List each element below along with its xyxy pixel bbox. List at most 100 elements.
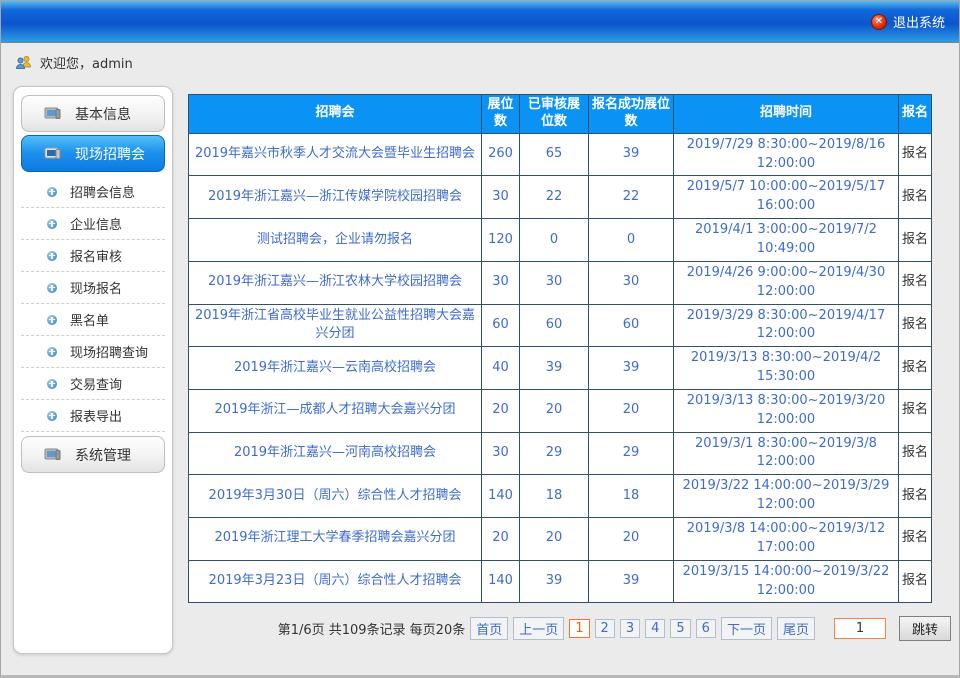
signup-link[interactable]: 报名 bbox=[899, 261, 932, 304]
sidebar-item-company-info[interactable]: 企业信息 bbox=[21, 208, 165, 240]
reviewed-count: 39 bbox=[520, 347, 589, 390]
plus-bullet-icon bbox=[47, 315, 57, 325]
signup-link[interactable]: 报名 bbox=[899, 475, 932, 518]
fair-name-link[interactable]: 2019年浙江省高校毕业生就业公益性招聘大会嘉兴分团 bbox=[189, 304, 482, 347]
signup-link[interactable]: 报名 bbox=[899, 517, 932, 560]
logout-button[interactable]: ✕ 退出系统 bbox=[871, 12, 945, 31]
plus-bullet-icon bbox=[47, 379, 57, 389]
fair-name-link[interactable]: 测试招聘会，企业请勿报名 bbox=[189, 219, 482, 262]
signup-link[interactable]: 报名 bbox=[899, 133, 932, 176]
sidebar-group-onsite-fair[interactable]: 现场招聘会 bbox=[21, 135, 165, 172]
table-row: 2019年浙江嘉兴—河南高校招聘会 30 29 29 2019/3/1 8:30… bbox=[189, 432, 932, 475]
sidebar-item-signup-review[interactable]: 报名审核 bbox=[21, 240, 165, 272]
booth-count: 40 bbox=[482, 347, 520, 390]
sidebar-group-label: 基本信息 bbox=[75, 104, 131, 124]
first-page-button[interactable]: 首页 bbox=[470, 617, 508, 640]
table-row: 2019年3月30日（周六）综合性人才招聘会 140 18 18 2019/3/… bbox=[189, 475, 932, 518]
table-header-row: 招聘会 展位数 已审核展位数 报名成功展位数 招聘时间 报名 bbox=[189, 95, 932, 134]
fair-time: 2019/3/29 8:30:00~2019/4/17 12:00:00 bbox=[674, 304, 899, 347]
sidebar-item-onsite-signup[interactable]: 现场报名 bbox=[21, 272, 165, 304]
app-window: ✕ 退出系统 欢迎您，admin 基本信息 现场 bbox=[0, 0, 960, 678]
pagination-bar: 第1/6页 共109条记录 每页20条 首页 上一页 1 2 3 4 5 6 下… bbox=[188, 616, 951, 641]
sidebar-item-label: 黑名单 bbox=[70, 310, 109, 329]
signup-link[interactable]: 报名 bbox=[899, 347, 932, 390]
table-row: 2019年3月23日（周六）综合性人才招聘会 140 39 39 2019/3/… bbox=[189, 560, 932, 603]
logout-label: 退出系统 bbox=[893, 12, 945, 31]
welcome-text: 欢迎您，admin bbox=[40, 53, 133, 72]
sidebar-group-label: 现场招聘会 bbox=[75, 144, 145, 164]
reviewed-count: 39 bbox=[520, 560, 589, 603]
signup-link[interactable]: 报名 bbox=[899, 304, 932, 347]
monitor-icon bbox=[44, 107, 61, 121]
booth-count: 60 bbox=[482, 304, 520, 347]
fair-name-link[interactable]: 2019年3月30日（周六）综合性人才招聘会 bbox=[189, 475, 482, 518]
col-header-time: 招聘时间 bbox=[674, 95, 899, 134]
col-header-action: 报名 bbox=[899, 95, 932, 134]
reviewed-count: 18 bbox=[520, 475, 589, 518]
success-count: 60 bbox=[589, 304, 674, 347]
signup-link[interactable]: 报名 bbox=[899, 432, 932, 475]
success-count: 18 bbox=[589, 475, 674, 518]
plus-bullet-icon bbox=[47, 219, 57, 229]
table-row: 2019年浙江理工大学春季招聘会嘉兴分团 20 20 20 2019/3/8 1… bbox=[189, 517, 932, 560]
col-header-fair: 招聘会 bbox=[189, 95, 482, 134]
table-row: 2019年浙江—成都人才招聘大会嘉兴分团 20 20 20 2019/3/13 … bbox=[189, 389, 932, 432]
booth-count: 140 bbox=[482, 475, 520, 518]
table-row: 测试招聘会，企业请勿报名 120 0 0 2019/4/1 3:00:00~20… bbox=[189, 219, 932, 262]
signup-link[interactable]: 报名 bbox=[899, 389, 932, 432]
fair-name-link[interactable]: 2019年浙江理工大学春季招聘会嘉兴分团 bbox=[189, 517, 482, 560]
fair-time: 2019/3/22 14:00:00~2019/3/29 12:00:00 bbox=[674, 475, 899, 518]
page-button-2[interactable]: 2 bbox=[595, 619, 615, 638]
fair-name-link[interactable]: 2019年嘉兴市秋季人才交流大会暨毕业生招聘会 bbox=[189, 133, 482, 176]
last-page-button[interactable]: 尾页 bbox=[777, 617, 815, 640]
sidebar-group-system-mgmt[interactable]: 系统管理 bbox=[21, 436, 165, 473]
fair-name-link[interactable]: 2019年浙江嘉兴—浙江农林大学校园招聘会 bbox=[189, 261, 482, 304]
fair-time: 2019/4/1 3:00:00~2019/7/2 10:49:00 bbox=[674, 219, 899, 262]
next-page-button[interactable]: 下一页 bbox=[721, 617, 772, 640]
booth-count: 140 bbox=[482, 560, 520, 603]
col-header-booths: 展位数 bbox=[482, 95, 520, 134]
jump-button[interactable]: 跳转 bbox=[899, 616, 951, 641]
plus-bullet-icon bbox=[47, 283, 57, 293]
plus-bullet-icon bbox=[47, 187, 57, 197]
booth-count: 260 bbox=[482, 133, 520, 176]
jump-page-input[interactable] bbox=[834, 618, 886, 639]
signup-link[interactable]: 报名 bbox=[899, 219, 932, 262]
monitor-icon bbox=[44, 147, 61, 161]
fair-time: 2019/3/13 8:30:00~2019/3/20 12:00:00 bbox=[674, 389, 899, 432]
signup-link[interactable]: 报名 bbox=[899, 560, 932, 603]
sidebar-item-label: 招聘会信息 bbox=[70, 182, 135, 201]
monitor-icon bbox=[44, 448, 61, 462]
fair-name-link[interactable]: 2019年浙江嘉兴—浙江传媒学院校园招聘会 bbox=[189, 176, 482, 219]
reviewed-count: 30 bbox=[520, 261, 589, 304]
sidebar-item-onsite-query[interactable]: 现场招聘查询 bbox=[21, 336, 165, 368]
fair-time: 2019/5/7 10:00:00~2019/5/17 16:00:00 bbox=[674, 176, 899, 219]
reviewed-count: 0 bbox=[520, 219, 589, 262]
prev-page-button[interactable]: 上一页 bbox=[513, 617, 564, 640]
fair-time: 2019/7/29 8:30:00~2019/8/16 12:00:00 bbox=[674, 133, 899, 176]
page-button-3[interactable]: 3 bbox=[620, 619, 640, 638]
sidebar-group-basic-info[interactable]: 基本信息 bbox=[21, 95, 165, 132]
success-count: 39 bbox=[589, 133, 674, 176]
signup-link[interactable]: 报名 bbox=[899, 176, 932, 219]
page-button-6[interactable]: 6 bbox=[696, 619, 716, 638]
success-count: 29 bbox=[589, 432, 674, 475]
fair-name-link[interactable]: 2019年浙江嘉兴—河南高校招聘会 bbox=[189, 432, 482, 475]
fair-time: 2019/3/1 8:30:00~2019/3/8 12:00:00 bbox=[674, 432, 899, 475]
sidebar: 基本信息 现场招聘会 招聘会信息 企业信息 报名审核 现场报名 bbox=[13, 86, 173, 654]
sidebar-item-fair-info[interactable]: 招聘会信息 bbox=[21, 176, 165, 208]
page-button-1[interactable]: 1 bbox=[569, 619, 589, 638]
sidebar-group-label: 系统管理 bbox=[75, 445, 131, 465]
fair-name-link[interactable]: 2019年3月23日（周六）综合性人才招聘会 bbox=[189, 560, 482, 603]
sidebar-item-report-export[interactable]: 报表导出 bbox=[21, 400, 165, 432]
fair-time: 2019/3/8 14:00:00~2019/3/12 17:00:00 bbox=[674, 517, 899, 560]
reviewed-count: 20 bbox=[520, 389, 589, 432]
fair-name-link[interactable]: 2019年浙江—成都人才招聘大会嘉兴分团 bbox=[189, 389, 482, 432]
success-count: 20 bbox=[589, 389, 674, 432]
page-button-4[interactable]: 4 bbox=[645, 619, 665, 638]
fair-name-link[interactable]: 2019年浙江嘉兴—云南高校招聘会 bbox=[189, 347, 482, 390]
table-row: 2019年浙江省高校毕业生就业公益性招聘大会嘉兴分团 60 60 60 2019… bbox=[189, 304, 932, 347]
sidebar-item-transaction-query[interactable]: 交易查询 bbox=[21, 368, 165, 400]
page-button-5[interactable]: 5 bbox=[670, 619, 690, 638]
sidebar-item-blacklist[interactable]: 黑名单 bbox=[21, 304, 165, 336]
